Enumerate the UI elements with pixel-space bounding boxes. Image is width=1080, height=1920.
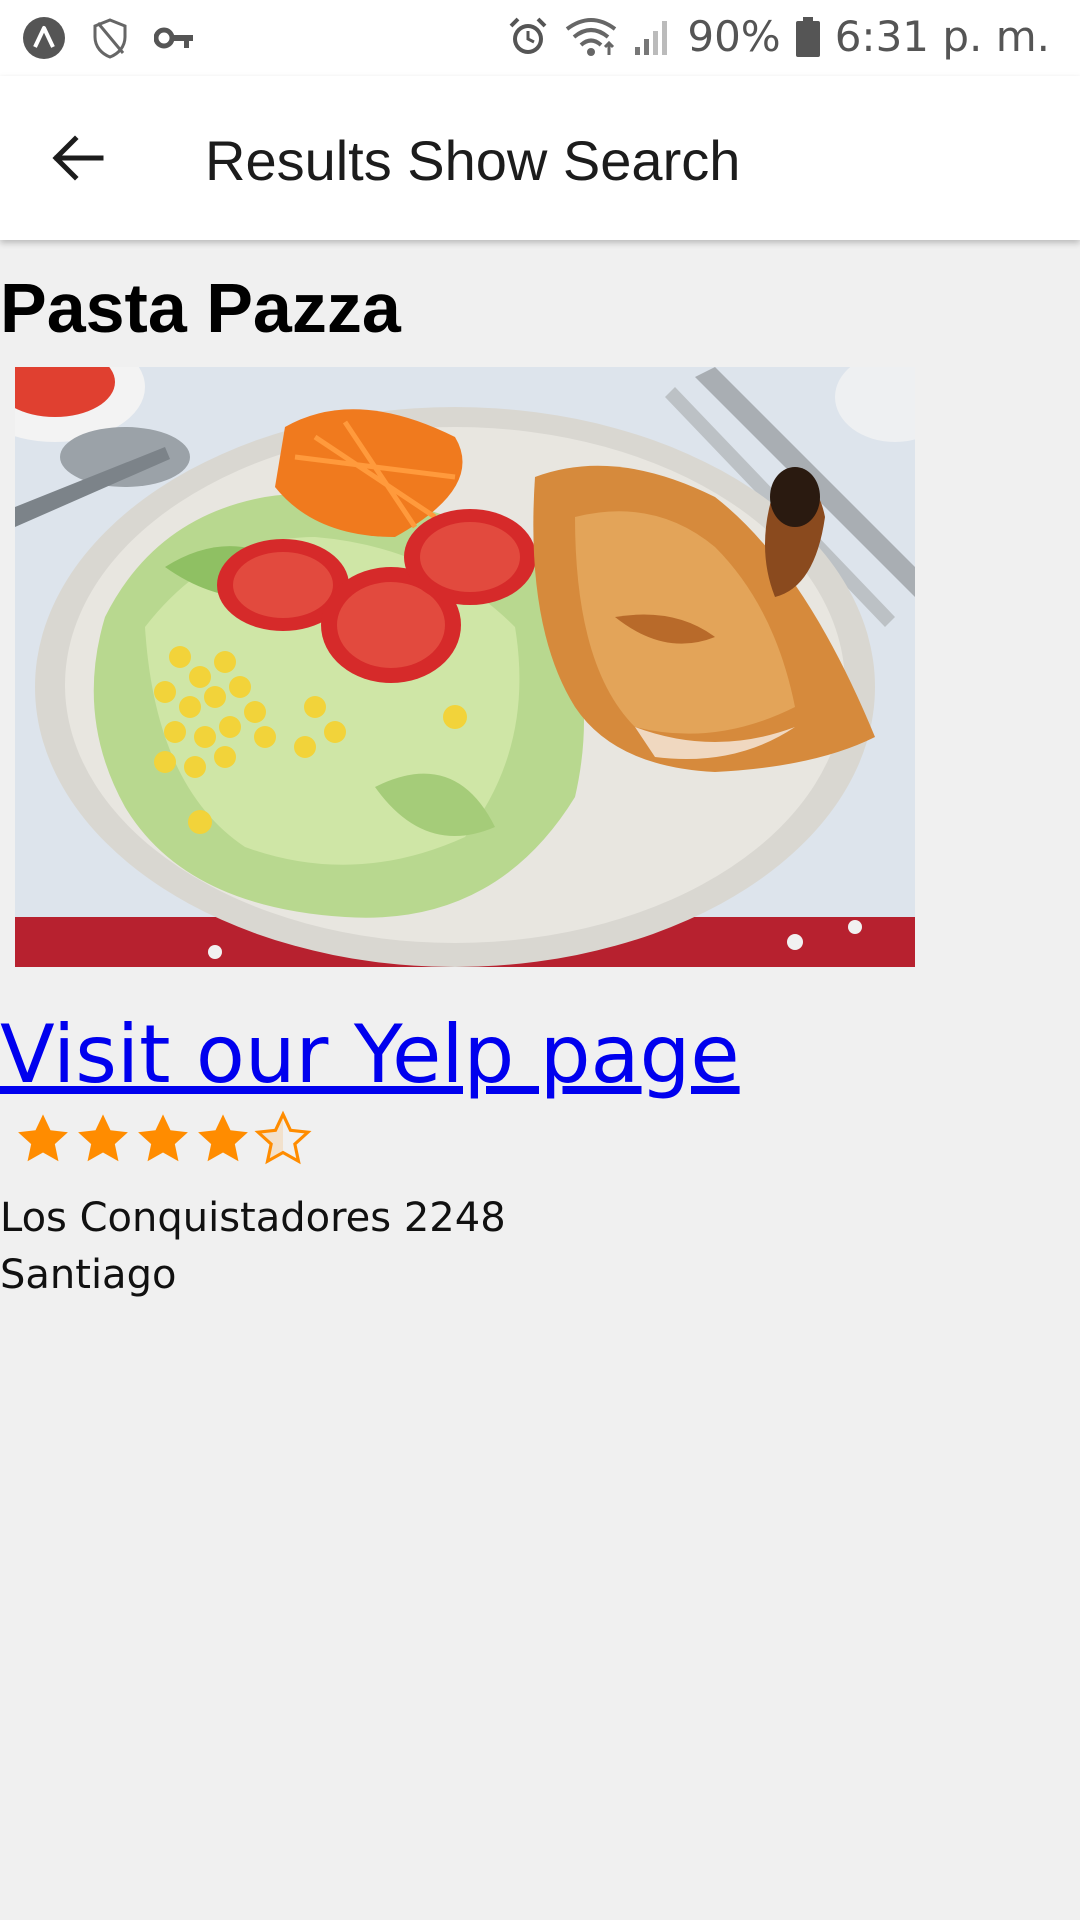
address-city: Santiago (0, 1252, 177, 1298)
key-icon (154, 27, 193, 49)
star-full-icon (198, 1114, 248, 1162)
back-button[interactable] (40, 120, 116, 196)
star-full-icon (138, 1114, 188, 1162)
clock: 6:31 p. m. (834, 12, 1050, 61)
star-full-icon (18, 1114, 68, 1162)
status-left-icons (22, 16, 196, 60)
rating-stars (14, 1110, 312, 1168)
food-photo (15, 367, 915, 967)
yelp-page-link[interactable]: Visit our Yelp page (0, 1008, 740, 1101)
star-full-icon (78, 1114, 128, 1162)
signal-icon (635, 20, 668, 55)
restaurant-name: Pasta Pazza (0, 269, 401, 347)
battery-percentage: 90% (687, 12, 781, 61)
app-logo-icon (23, 17, 65, 59)
status-bar: 90% 6:31 p. m. (0, 0, 1080, 76)
page-title: Results Show Search (205, 129, 741, 192)
restaurant-photo (15, 367, 915, 967)
status-right: 90% 6:31 p. m. (507, 12, 1050, 61)
address-street: Los Conquistadores 2248 (0, 1195, 506, 1241)
shield-icon (93, 18, 127, 59)
star-half-icon (254, 1110, 312, 1165)
arrow-back-icon (52, 135, 104, 181)
wifi-icon (566, 17, 617, 56)
app-bar: Results Show Search (0, 76, 1080, 240)
restaurant-address: Los Conquistadores 2248 Santiago (0, 1190, 506, 1304)
alarm-icon (509, 17, 547, 54)
battery-icon (795, 16, 820, 57)
